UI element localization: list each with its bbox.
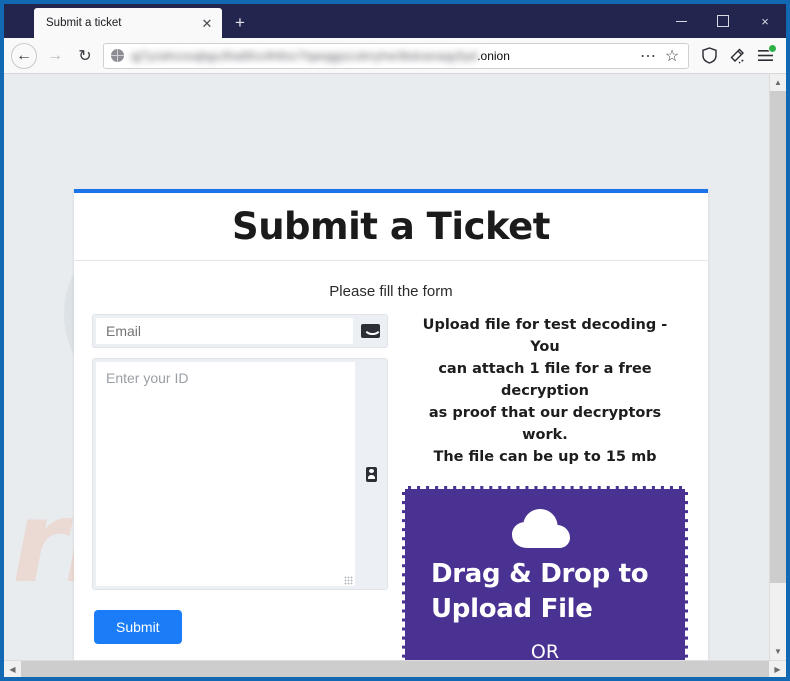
envelope-icon	[353, 315, 387, 347]
submit-button[interactable]: Submit	[94, 610, 182, 644]
upload-notice-line: as proof that our decryptors work.	[428, 405, 662, 444]
page-content: pc risk com Submit a Ticket Please fill …	[4, 74, 769, 660]
window-maximize-button[interactable]	[702, 4, 744, 38]
id-textarea[interactable]	[96, 362, 355, 586]
vertical-scrollbar[interactable]: ▲ ▼	[769, 74, 786, 660]
horizontal-scroll-thumb[interactable]	[21, 661, 769, 677]
horizontal-scrollbar[interactable]: ◀ ▶	[4, 660, 786, 677]
ticket-card: Submit a Ticket Please fill the form Ema…	[74, 189, 708, 660]
menu-hamburger-icon[interactable]	[751, 42, 779, 70]
email-input[interactable]	[96, 318, 353, 344]
window-controls: ×	[660, 4, 786, 38]
navigation-toolbar: ← → ↻ qj7yzahcooqbgu3ha6fcx4h6sv7tqwqgpz…	[4, 38, 786, 74]
vertical-scroll-thumb[interactable]	[770, 91, 786, 583]
back-button-icon[interactable]: ←	[11, 42, 37, 69]
dropzone-title: Drag & Drop to Upload File	[431, 559, 649, 625]
reload-button-icon[interactable]: ↻	[70, 42, 100, 70]
tab-title: Submit a ticket	[46, 17, 122, 29]
url-bar-actions: ⋯ ☆	[636, 44, 684, 68]
upload-column: Upload file for test decoding - You can …	[402, 314, 688, 660]
scroll-right-arrow-icon[interactable]: ▶	[769, 661, 786, 677]
email-field-group	[92, 314, 388, 348]
page-subtitle: Please fill the form	[329, 283, 453, 300]
window-minimize-button[interactable]	[660, 4, 702, 38]
upload-notice: Upload file for test decoding - You can …	[402, 314, 688, 468]
upload-notice-line: The file can be up to 15 mb	[433, 449, 657, 466]
browser-window: Submit a ticket ✕ + × ← → ↻ qj7yzahcooqb…	[0, 0, 790, 681]
id-field-group	[92, 358, 388, 590]
card-columns: Submit Upload file for test decoding - Y…	[74, 300, 708, 660]
upload-notice-line: can attach 1 file for a free decryption	[438, 361, 652, 400]
url-bar[interactable]: qj7yzahcooqbgu3ha6fcx4h6sv7tqwqgpzcdnryh…	[103, 42, 689, 69]
vertical-scroll-track[interactable]	[770, 583, 786, 643]
page-actions-icon[interactable]: ⋯	[636, 44, 660, 68]
card-header: Submit a Ticket	[74, 193, 708, 261]
tab-close-icon[interactable]: ✕	[198, 14, 216, 32]
form-column: Submit	[92, 314, 388, 660]
page-viewport: pc risk com Submit a Ticket Please fill …	[4, 74, 786, 660]
new-tab-button[interactable]: +	[226, 8, 254, 38]
update-badge-icon	[768, 43, 777, 53]
cloud-upload-icon	[510, 507, 580, 551]
url-host-blurred: qj7yzahcooqbgu3ha6fcx4h6sv7tqwqgpzcdnryh…	[131, 48, 478, 63]
file-dropzone[interactable]: Drag & Drop to Upload File OR Browse Fil…	[402, 486, 688, 660]
scroll-up-arrow-icon[interactable]: ▲	[770, 74, 786, 91]
textarea-resize-handle[interactable]	[344, 576, 353, 585]
new-identity-broom-icon[interactable]	[723, 42, 751, 70]
forward-button-icon: →	[47, 46, 63, 64]
bookmark-star-icon[interactable]: ☆	[660, 44, 684, 68]
url-tld: .onion	[477, 48, 510, 63]
globe-icon	[111, 49, 124, 62]
window-close-button[interactable]: ×	[744, 4, 786, 38]
browser-tab[interactable]: Submit a ticket ✕	[34, 8, 222, 38]
page-title: Submit a Ticket	[232, 205, 550, 248]
dropzone-or-label: OR	[530, 640, 560, 660]
title-bar: Submit a ticket ✕ + ×	[4, 4, 786, 38]
shield-icon[interactable]	[695, 42, 723, 70]
scroll-down-arrow-icon[interactable]: ▼	[770, 643, 786, 660]
scroll-left-arrow-icon[interactable]: ◀	[4, 661, 21, 677]
bottom-scroll-row: ◀ ▶	[4, 660, 786, 677]
upload-notice-line: Upload file for test decoding - You	[422, 317, 668, 356]
id-card-icon	[355, 359, 387, 589]
